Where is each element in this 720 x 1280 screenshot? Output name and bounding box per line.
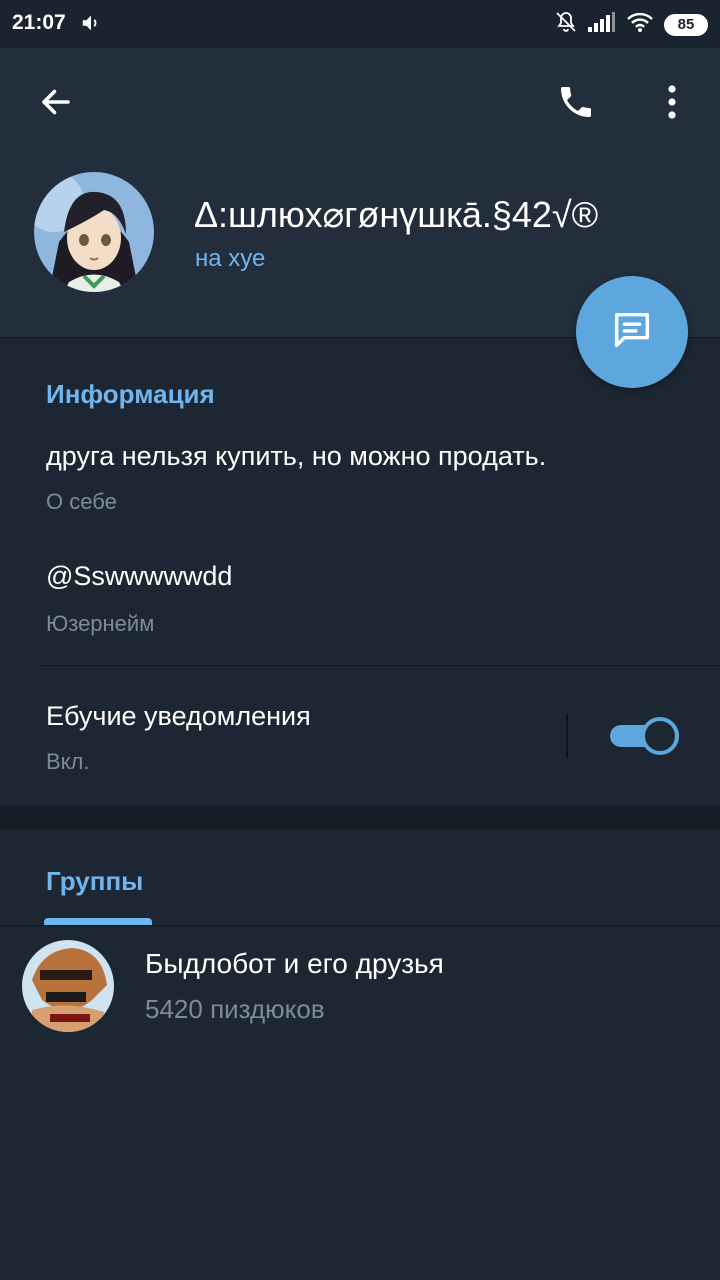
- signal-icon: [588, 12, 616, 37]
- group-avatar: [22, 940, 114, 1032]
- status-bar: 21:07 85: [0, 0, 720, 48]
- profile-avatar[interactable]: [34, 172, 154, 292]
- bio-text[interactable]: друга нельзя купить, но можно продать.: [46, 441, 546, 472]
- username-text[interactable]: @Sswwwwwdd: [46, 561, 232, 592]
- group-member-count: 5420 пиздюков: [145, 994, 325, 1024]
- group-name: Быдлобот и его друзья: [145, 948, 444, 979]
- status-time: 21:07: [12, 11, 66, 34]
- send-message-button[interactable]: [576, 276, 688, 388]
- vertical-separator: [566, 714, 568, 758]
- groups-section: Группы Быдлобот и его друзья 5420 пиздюк…: [0, 830, 720, 1280]
- profile-status: на хуе: [195, 245, 266, 272]
- bio-label: О себе: [46, 489, 117, 514]
- volume-icon: [80, 12, 102, 39]
- info-section: Информация друга нельзя купить, но можно…: [0, 339, 720, 806]
- notifications-state: Вкл.: [46, 749, 90, 774]
- section-gap: [0, 806, 720, 830]
- phone-icon: [556, 82, 596, 127]
- divider: [40, 665, 720, 666]
- arrow-left-icon: [38, 84, 74, 125]
- more-menu-button[interactable]: [648, 80, 696, 128]
- tab-groups[interactable]: Группы: [46, 866, 143, 897]
- notifications-toggle[interactable]: [610, 717, 679, 755]
- battery-indicator: 85: [664, 13, 708, 36]
- more-vertical-icon: [666, 84, 678, 125]
- toggle-knob: [641, 717, 679, 755]
- info-section-title: Информация: [46, 379, 215, 409]
- call-button[interactable]: [552, 80, 600, 128]
- profile-name: Δ:шлюх⌀гøнүшкā.§42√®: [194, 194, 599, 235]
- username-label: Юзернейм: [46, 611, 155, 636]
- tab-divider: [0, 925, 720, 926]
- notifications-label[interactable]: Ебучие уведомления: [46, 701, 311, 732]
- wifi-icon: [626, 11, 654, 38]
- status-icons: 85: [554, 10, 708, 39]
- bell-off-icon: [554, 10, 578, 39]
- message-icon: [609, 307, 655, 358]
- group-list-item[interactable]: Быдлобот и его друзья 5420 пиздюков: [0, 930, 720, 1040]
- back-button[interactable]: [32, 80, 80, 128]
